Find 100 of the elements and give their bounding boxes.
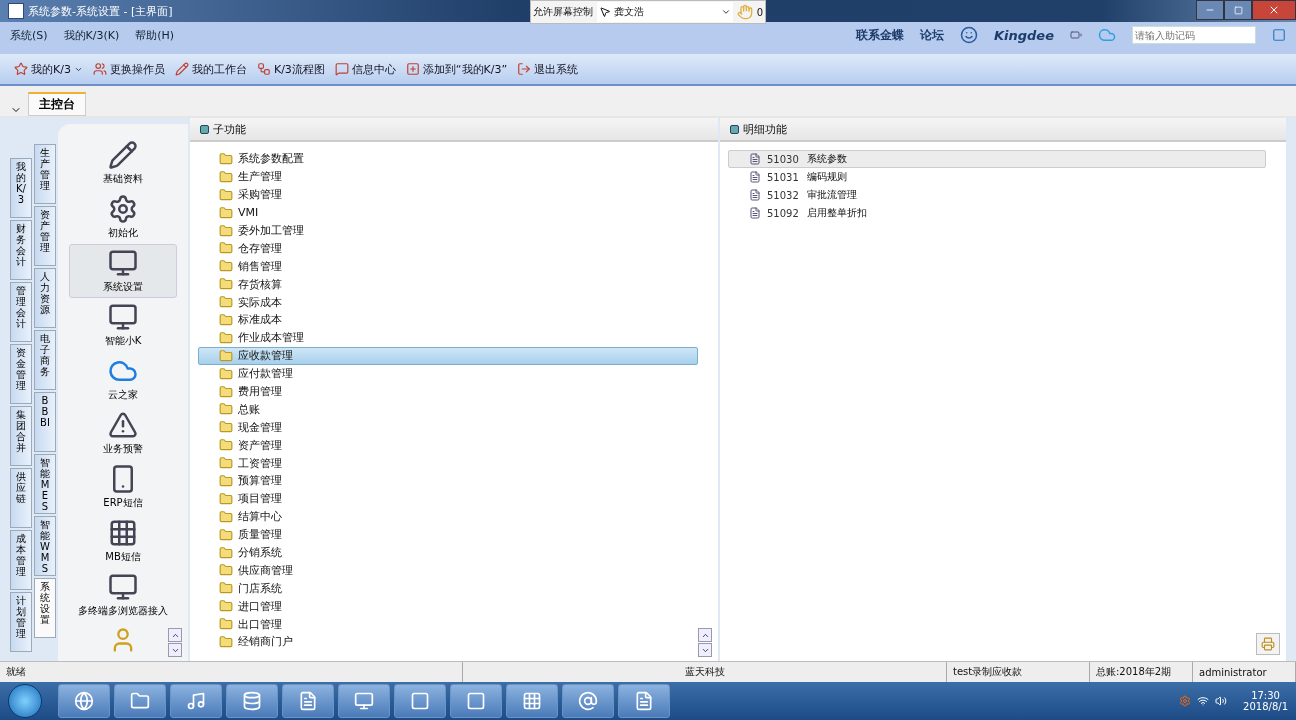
module-tab[interactable]: 供应链 <box>10 468 32 528</box>
taskbar-app-button[interactable] <box>58 684 110 718</box>
clock[interactable]: 17:30 2018/8/1 <box>1243 690 1288 712</box>
taskbar-app-button[interactable] <box>618 684 670 718</box>
flowchart-icon <box>256 62 271 76</box>
module-tab[interactable]: 电子商务 <box>34 330 56 390</box>
folder-item[interactable]: 系统参数配置 <box>198 150 698 168</box>
folder-item[interactable]: 现金管理 <box>198 418 698 437</box>
taskbar-app-button[interactable] <box>114 684 166 718</box>
taskbar-app-button[interactable] <box>506 684 558 718</box>
user-select[interactable]: 龚文浩 <box>597 2 733 22</box>
scroll-up-button[interactable] <box>698 628 712 642</box>
folder-item[interactable]: 生产管理 <box>198 167 698 186</box>
function-item[interactable]: MB短信 <box>69 514 177 568</box>
module-tab[interactable]: 资产管理 <box>34 206 56 266</box>
toolbar-button[interactable]: 我的工作台 <box>174 61 247 77</box>
function-item[interactable]: ERP短信 <box>69 460 177 514</box>
document-icon <box>634 691 654 711</box>
menu-item[interactable]: 系统(S) <box>10 27 48 43</box>
folder-item[interactable]: 作业成本管理 <box>198 328 698 347</box>
folder-item[interactable]: VMI <box>198 203 698 222</box>
taskbar-app-button[interactable] <box>338 684 390 718</box>
folder-item[interactable]: 工资管理 <box>198 454 698 473</box>
taskbar-app-button[interactable] <box>562 684 614 718</box>
folder-item[interactable]: 仓存管理 <box>198 239 698 258</box>
module-tab[interactable]: 财务会计 <box>10 220 32 280</box>
folder-item[interactable]: 费用管理 <box>198 382 698 401</box>
menu-item[interactable]: 我的K/3(K) <box>63 27 120 43</box>
close-icon <box>1268 4 1280 16</box>
module-tab[interactable]: 资金管理 <box>10 344 32 404</box>
folder-item[interactable]: 经销商门户 <box>198 633 698 651</box>
detail-item[interactable]: 51032 审批流管理 <box>728 186 1266 204</box>
folder-item[interactable]: 出口管理 <box>198 615 698 634</box>
network-icon <box>1197 695 1210 707</box>
toolbar-button[interactable]: 我的K/3 <box>14 61 83 77</box>
folder-icon <box>219 599 233 614</box>
folder-icon <box>219 366 233 381</box>
folder-item[interactable]: 采购管理 <box>198 185 698 204</box>
scroll-down-button[interactable] <box>168 643 182 657</box>
menu-item[interactable]: 帮助(H) <box>135 27 175 43</box>
module-tab[interactable]: 计划管理 <box>10 592 32 652</box>
toolbar-button[interactable]: 退出系统 <box>517 61 579 77</box>
module-tab[interactable]: 系统设置 <box>34 578 56 638</box>
taskbar-app-button[interactable] <box>226 684 278 718</box>
function-item[interactable]: 系统设置 <box>69 244 177 298</box>
folder-item[interactable]: 应收款管理 <box>198 346 698 365</box>
maximize-button[interactable] <box>1224 0 1252 20</box>
folder-item[interactable]: 分销系统 <box>198 543 698 562</box>
folder-item[interactable]: 项目管理 <box>198 489 698 508</box>
detail-item[interactable]: 51092 启用整单折扣 <box>728 204 1266 222</box>
folder-item[interactable]: 资产管理 <box>198 436 698 455</box>
taskbar-app-button[interactable] <box>170 684 222 718</box>
function-item[interactable]: 业务预警 <box>69 406 177 460</box>
folder-item[interactable]: 进口管理 <box>198 597 698 616</box>
toolbar-button[interactable]: 更换操作员 <box>92 61 165 77</box>
folder-item[interactable]: 存货核算 <box>198 275 698 294</box>
scroll-up-button[interactable] <box>168 628 182 642</box>
function-item[interactable]: 智能小K <box>69 298 177 352</box>
hand-icon <box>736 4 753 20</box>
module-tab[interactable]: 集团合并 <box>10 406 32 466</box>
module-tab[interactable]: 智能WMS <box>34 516 56 576</box>
tab[interactable]: 主控台 <box>28 92 86 116</box>
taskbar-app-button[interactable] <box>282 684 334 718</box>
taskbar-app-button[interactable] <box>394 684 446 718</box>
folder-item[interactable]: 供应商管理 <box>198 561 698 580</box>
folder-item[interactable]: 委外加工管理 <box>198 221 698 240</box>
toolbar-button[interactable]: 信息中心 <box>334 61 396 77</box>
module-tab[interactable]: 人力资源 <box>34 268 56 328</box>
module-tab[interactable]: BBBI <box>34 392 56 452</box>
function-item[interactable]: 云之家 <box>69 352 177 406</box>
folder-item[interactable]: 质量管理 <box>198 525 698 544</box>
top-link[interactable]: 论坛 <box>919 26 944 44</box>
function-item[interactable]: 基础资料 <box>69 136 177 190</box>
module-tab[interactable]: 我的K/3 <box>10 158 32 218</box>
folder-item[interactable]: 销售管理 <box>198 257 698 276</box>
top-link[interactable]: 联系金蝶 <box>855 26 904 44</box>
folder-item[interactable]: 预算管理 <box>198 472 698 490</box>
toolbar-button[interactable]: 添加到“我的K/3” <box>405 61 508 77</box>
folder-item[interactable]: 应付款管理 <box>198 364 698 383</box>
folder-item[interactable]: 标准成本 <box>198 311 698 329</box>
function-item[interactable]: 初始化 <box>69 190 177 244</box>
module-tab[interactable]: 管理会计 <box>10 282 32 342</box>
start-button[interactable] <box>8 684 42 718</box>
folder-item[interactable]: 门店系统 <box>198 579 698 598</box>
detail-item[interactable]: 51030 系统参数 <box>728 150 1266 168</box>
scroll-down-button[interactable] <box>698 643 712 657</box>
module-tab[interactable]: 智能MES <box>34 454 56 514</box>
minimize-button[interactable] <box>1196 0 1224 20</box>
module-tab[interactable]: 生产管理 <box>34 144 56 204</box>
mnemonic-field[interactable]: 请输入助记码 <box>1132 26 1256 44</box>
module-tab[interactable]: 成本管理 <box>10 530 32 590</box>
folder-item[interactable]: 实际成本 <box>198 293 698 311</box>
folder-icon <box>219 456 233 471</box>
printer-button[interactable] <box>1256 633 1280 655</box>
detail-item[interactable]: 51031 编码规则 <box>728 168 1266 186</box>
toolbar-button[interactable]: K/3流程图 <box>256 61 325 77</box>
function-item[interactable]: 多终端多浏览器接入 <box>69 568 177 622</box>
folder-item[interactable]: 结算中心 <box>198 507 698 526</box>
folder-item[interactable]: 总账 <box>198 400 698 419</box>
taskbar-app-button[interactable] <box>450 684 502 718</box>
